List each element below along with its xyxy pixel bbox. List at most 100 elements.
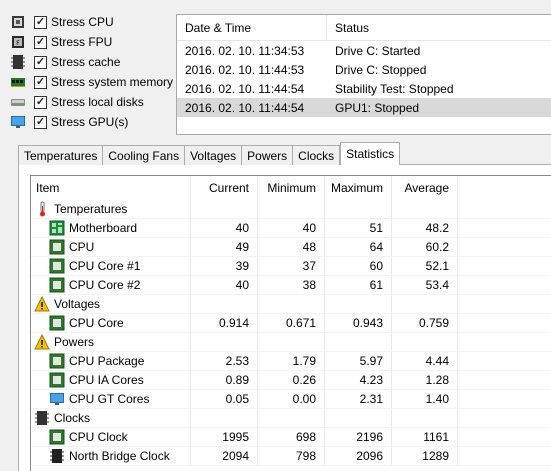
datetime-column-header[interactable]: Date & Time: [177, 15, 327, 40]
minimum-value: 0.00: [258, 390, 325, 408]
cpu-icon: [49, 315, 65, 331]
statistics-table[interactable]: Item Current Minimum Maximum Average Tem…: [30, 175, 551, 471]
status-log-list[interactable]: Date & Time Status 2016. 02. 10. 11:34:5…: [176, 14, 551, 135]
item-cell: CPU Clock: [31, 428, 191, 446]
current-value: 2094: [191, 447, 258, 465]
current-column-header[interactable]: Current: [191, 176, 258, 200]
monitor-icon: [49, 391, 65, 407]
statistics-row[interactable]: Motherboard 40 40 51 48.2: [31, 219, 551, 238]
empty-cell: [325, 409, 392, 427]
empty-cell: [191, 295, 258, 313]
empty-cell: [191, 333, 258, 351]
cpu-icon: [49, 277, 65, 293]
stress-checkbox[interactable]: ✓: [34, 35, 47, 49]
minimum-value: 37: [258, 257, 325, 275]
maximum-value: 4.23: [325, 371, 392, 389]
maximum-value: 60: [325, 257, 392, 275]
minimum-column-header[interactable]: Minimum: [258, 176, 325, 200]
tab-clocks[interactable]: Clocks: [292, 145, 341, 165]
tab-temperatures[interactable]: Temperatures: [18, 145, 104, 165]
power-warning-icon: [34, 333, 50, 350]
maximum-value: 61: [325, 276, 392, 294]
empty-cell: [258, 295, 325, 313]
category-label: Clocks: [54, 411, 91, 425]
item-cell: CPU IA Cores: [31, 371, 191, 389]
tab-powers[interactable]: Powers: [241, 145, 294, 165]
category-label: Temperatures: [54, 202, 128, 216]
cpu-icon: [49, 258, 65, 274]
stress-option[interactable]: ✓ Stress system memory: [10, 72, 180, 92]
stress-options: ✓ Stress CPU F ✓ Stress FPU ✓ Stress cache ✓ Str…: [10, 12, 180, 132]
minimum-value: 798: [258, 447, 325, 465]
empty-cell: [325, 200, 392, 218]
maximum-value: 5.97: [325, 352, 392, 370]
item-cell: Motherboard: [31, 219, 191, 237]
log-datetime: 2016. 02. 10. 11:44:53: [185, 62, 305, 77]
log-datetime: 2016. 02. 10. 11:34:53: [185, 43, 305, 58]
current-value: 40: [191, 219, 258, 237]
log-row[interactable]: 2016. 02. 10. 11:44:54 GPU1: Stopped: [177, 98, 551, 117]
statistics-row[interactable]: CPU Core #1 39 37 60 52.1: [31, 257, 551, 276]
hard-disk-icon: [10, 94, 26, 110]
current-value: 1995: [191, 428, 258, 446]
log-datetime: 2016. 02. 10. 11:44:54: [185, 100, 305, 115]
item-column-header[interactable]: Item: [31, 176, 191, 200]
stress-option[interactable]: ✓ Stress cache: [10, 52, 180, 72]
average-column-header[interactable]: Average: [392, 176, 458, 200]
tab-bar: Temperatures Cooling Fans Voltages Powers Cl…: [18, 142, 401, 165]
average-value: 1289: [392, 447, 458, 465]
statistics-row[interactable]: North Bridge Clock 2094 798 2096 1289: [31, 447, 551, 466]
item-label: CPU Clock: [69, 430, 128, 444]
empty-cell: [325, 295, 392, 313]
statistics-row[interactable]: CPU 49 48 64 60.2: [31, 238, 551, 257]
statistics-row[interactable]: CPU Core #2 40 38 61 53.4: [31, 276, 551, 295]
stress-option[interactable]: ✓ Stress local disks: [10, 92, 180, 112]
stress-option[interactable]: ✓ Stress GPU(s): [10, 112, 180, 132]
statistics-row[interactable]: CPU IA Cores 0.89 0.26 4.23 1.28: [31, 371, 551, 390]
stress-option[interactable]: ✓ Stress CPU: [10, 12, 180, 32]
maximum-value: 2.31: [325, 390, 392, 408]
minimum-value: 1.79: [258, 352, 325, 370]
statistics-category-row[interactable]: Temperatures: [31, 200, 551, 219]
monitor-icon: [10, 114, 26, 130]
category-label: Powers: [54, 335, 95, 349]
stress-checkbox[interactable]: ✓: [34, 55, 47, 69]
empty-cell: [325, 333, 392, 351]
cpu-icon: [49, 429, 65, 445]
stress-checkbox[interactable]: ✓: [34, 15, 47, 29]
tab-cooling-fans[interactable]: Cooling Fans: [102, 145, 186, 165]
log-row[interactable]: 2016. 02. 10. 11:44:53 Drive C: Stopped: [177, 60, 551, 79]
stress-checkbox[interactable]: ✓: [34, 75, 47, 89]
statistics-row[interactable]: CPU Package 2.53 1.79 5.97 4.44: [31, 352, 551, 371]
stress-option[interactable]: F ✓ Stress FPU: [10, 32, 180, 52]
stress-checkbox[interactable]: ✓: [34, 95, 47, 109]
empty-cell: [258, 200, 325, 218]
average-value: 48.2: [392, 219, 458, 237]
statistics-category-row[interactable]: Powers: [31, 333, 551, 352]
maximum-value: 64: [325, 238, 392, 256]
chip-icon: [49, 448, 65, 464]
log-row[interactable]: 2016. 02. 10. 11:44:54 Stability Test: St…: [177, 79, 551, 98]
statistics-category-row[interactable]: Clocks: [31, 409, 551, 428]
current-value: 0.89: [191, 371, 258, 389]
cpu-icon: [49, 239, 65, 255]
check-mark-icon: ✓: [35, 95, 46, 108]
thermometer-icon: [34, 201, 50, 217]
statistics-category-row[interactable]: Voltages: [31, 295, 551, 314]
average-value: 53.4: [392, 276, 458, 294]
statistics-row[interactable]: CPU GT Cores 0.05 0.00 2.31 1.40: [31, 390, 551, 409]
statistics-row[interactable]: CPU Clock 1995 698 2196 1161: [31, 428, 551, 447]
tab-voltages[interactable]: Voltages: [184, 145, 243, 165]
check-mark-icon: ✓: [35, 35, 46, 48]
statistics-row[interactable]: CPU Core 0.914 0.671 0.943 0.759: [31, 314, 551, 333]
stress-checkbox[interactable]: ✓: [34, 115, 47, 129]
status-column-header[interactable]: Status: [327, 21, 551, 35]
category-cell: Powers: [31, 333, 191, 351]
log-row[interactable]: 2016. 02. 10. 11:34:53 Drive C: Started: [177, 41, 551, 60]
clock-chip-icon: [34, 410, 50, 426]
item-label: CPU IA Cores: [69, 373, 144, 387]
maximum-value: 51: [325, 219, 392, 237]
maximum-column-header[interactable]: Maximum: [325, 176, 392, 200]
log-status: Drive C: Stopped: [335, 62, 427, 77]
tab-statistics[interactable]: Statistics: [340, 142, 401, 165]
